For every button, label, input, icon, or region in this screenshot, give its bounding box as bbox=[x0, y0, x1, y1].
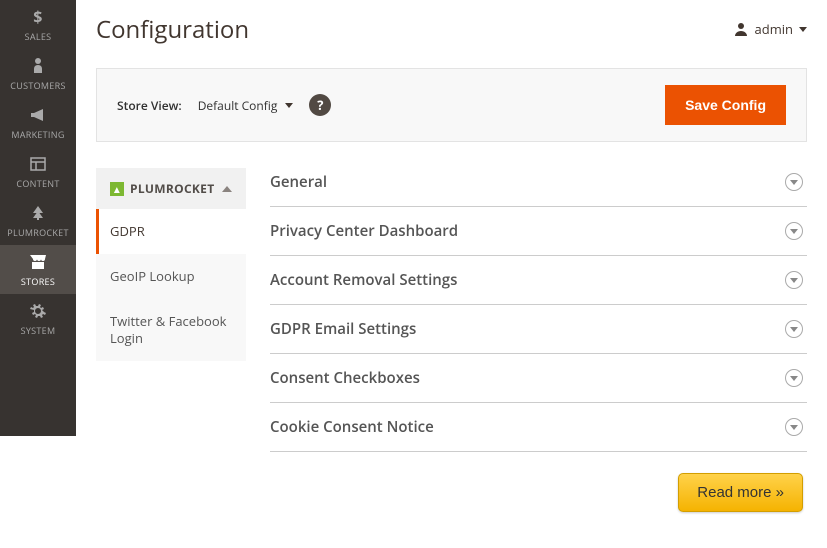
person-icon bbox=[31, 56, 45, 76]
sidebar-item-system[interactable]: SYSTEM bbox=[0, 294, 76, 343]
chevron-down-icon bbox=[785, 369, 803, 387]
section-cookie-consent[interactable]: Cookie Consent Notice bbox=[270, 403, 807, 452]
sidebar-item-marketing[interactable]: MARKETING bbox=[0, 98, 76, 147]
chevron-down-icon bbox=[785, 173, 803, 191]
admin-user-label: admin bbox=[755, 20, 793, 38]
config-sections: General Privacy Center Dashboard Account… bbox=[270, 168, 807, 452]
section-title: Cookie Consent Notice bbox=[270, 417, 434, 437]
sidebar-item-label: PLUMROCKET bbox=[7, 226, 68, 239]
megaphone-icon bbox=[29, 105, 47, 125]
config-nav-item-label: Twitter & Facebook Login bbox=[110, 312, 227, 347]
scope-selector-wrap: Store View: Default Config ? bbox=[117, 94, 331, 116]
section-account-removal[interactable]: Account Removal Settings bbox=[270, 256, 807, 305]
user-icon bbox=[733, 21, 749, 37]
svg-text:$: $ bbox=[33, 8, 42, 26]
config-nav-item-social-login[interactable]: Twitter & Facebook Login bbox=[96, 299, 246, 361]
scope-toolbar: Store View: Default Config ? Save Config bbox=[96, 68, 807, 142]
sidebar-item-plumrocket[interactable]: PLUMROCKET bbox=[0, 196, 76, 245]
chevron-up-icon bbox=[222, 186, 232, 192]
config-nav-item-label: GDPR bbox=[110, 222, 145, 240]
read-more-button[interactable]: Read more » bbox=[678, 473, 803, 512]
chevron-down-icon bbox=[785, 418, 803, 436]
page-title: Configuration bbox=[96, 13, 249, 46]
scope-label: Store View: bbox=[117, 97, 182, 114]
caret-down-icon bbox=[285, 103, 293, 108]
sidebar-item-stores[interactable]: STORES bbox=[0, 245, 76, 294]
store-icon bbox=[29, 252, 47, 272]
sidebar-item-label: STORES bbox=[21, 275, 55, 288]
config-group-label: PLUMROCKET bbox=[130, 180, 214, 197]
sidebar-item-label: SALES bbox=[25, 30, 52, 43]
layout-icon bbox=[30, 154, 46, 174]
sidebar-item-label: CUSTOMERS bbox=[10, 79, 65, 92]
config-body: ▲ PLUMROCKET GDPR GeoIP Lookup Twitter &… bbox=[96, 168, 807, 452]
scope-value: Default Config bbox=[198, 97, 278, 114]
gear-icon bbox=[30, 301, 46, 321]
save-config-button[interactable]: Save Config bbox=[665, 85, 786, 125]
page-header: Configuration admin bbox=[96, 0, 807, 58]
plumrocket-square-icon: ▲ bbox=[110, 182, 124, 196]
section-general[interactable]: General bbox=[270, 168, 807, 207]
config-nav-item-label: GeoIP Lookup bbox=[110, 267, 195, 285]
section-title: Consent Checkboxes bbox=[270, 368, 420, 388]
chevron-down-icon bbox=[785, 271, 803, 289]
config-group-plumrocket[interactable]: ▲ PLUMROCKET bbox=[96, 168, 246, 209]
sidebar-item-content[interactable]: CONTENT bbox=[0, 147, 76, 196]
section-title: Privacy Center Dashboard bbox=[270, 221, 458, 241]
sidebar-item-label: CONTENT bbox=[16, 177, 59, 190]
config-nav-item-gdpr[interactable]: GDPR bbox=[96, 209, 246, 254]
section-privacy-center[interactable]: Privacy Center Dashboard bbox=[270, 207, 807, 256]
sidebar-item-label: SYSTEM bbox=[21, 324, 56, 337]
admin-sidebar: $ SALES CUSTOMERS MARKETING CONTENT PLUM… bbox=[0, 0, 76, 436]
config-nav: ▲ PLUMROCKET GDPR GeoIP Lookup Twitter &… bbox=[96, 168, 246, 452]
scope-select[interactable]: Default Config bbox=[198, 97, 294, 114]
section-title: Account Removal Settings bbox=[270, 270, 457, 290]
section-consent-checkboxes[interactable]: Consent Checkboxes bbox=[270, 354, 807, 403]
section-gdpr-email[interactable]: GDPR Email Settings bbox=[270, 305, 807, 354]
dollar-icon: $ bbox=[31, 7, 45, 27]
section-title: General bbox=[270, 172, 327, 192]
section-title: GDPR Email Settings bbox=[270, 319, 416, 339]
tree-icon bbox=[30, 203, 46, 223]
caret-down-icon bbox=[799, 27, 807, 32]
chevron-down-icon bbox=[785, 222, 803, 240]
help-icon[interactable]: ? bbox=[309, 94, 331, 116]
sidebar-item-label: MARKETING bbox=[11, 128, 64, 141]
chevron-down-icon bbox=[785, 320, 803, 338]
admin-user-menu[interactable]: admin bbox=[733, 20, 807, 38]
sidebar-item-customers[interactable]: CUSTOMERS bbox=[0, 49, 76, 98]
sidebar-item-sales[interactable]: $ SALES bbox=[0, 0, 76, 49]
config-nav-item-geoip[interactable]: GeoIP Lookup bbox=[96, 254, 246, 299]
main-content: Configuration admin Store View: Default … bbox=[76, 0, 827, 452]
